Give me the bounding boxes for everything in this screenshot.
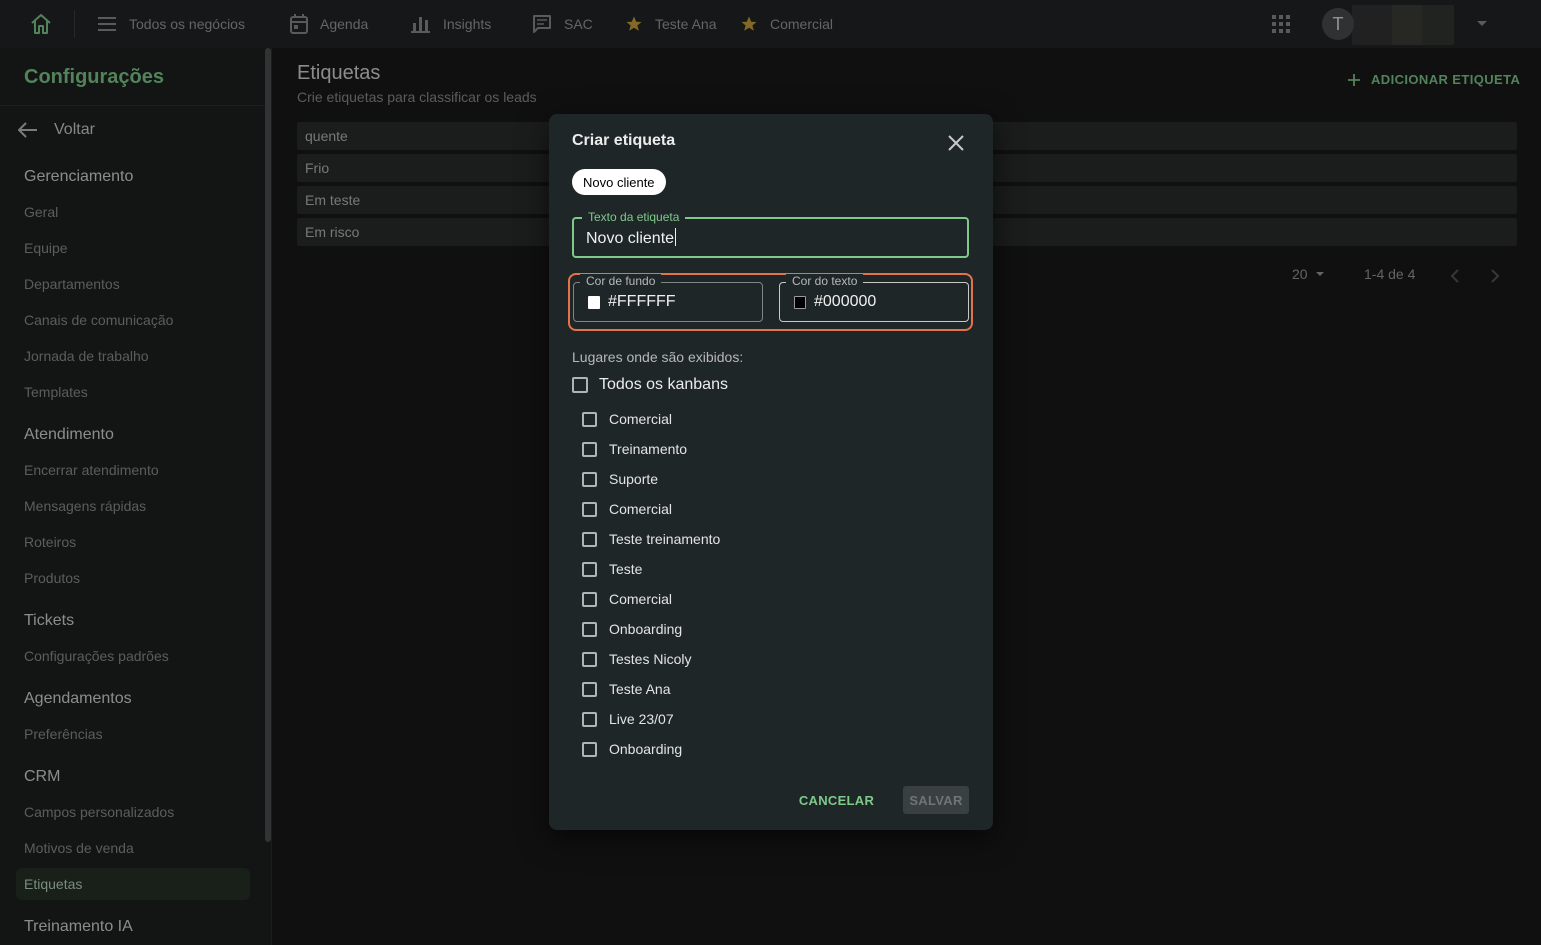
kanban-label: Teste <box>609 561 643 577</box>
dialog-title: Criar etiqueta <box>572 132 676 149</box>
places-label: Lugares onde são exibidos: <box>572 349 744 365</box>
text-color-value: #000000 <box>814 293 877 310</box>
all-kanbans-checkbox[interactable]: Todos os kanbans <box>572 376 728 394</box>
cancel-button[interactable]: CANCELAR <box>793 786 880 814</box>
close-icon[interactable] <box>947 134 965 152</box>
checkbox-icon[interactable] <box>572 377 588 393</box>
tag-preview-chip: Novo cliente <box>572 169 666 195</box>
background-color-label: Cor de fundo <box>580 274 662 288</box>
create-tag-dialog: Criar etiqueta Novo cliente Texto da eti… <box>549 114 993 830</box>
all-kanbans-label: Todos os kanbans <box>599 376 728 393</box>
checkbox-icon[interactable] <box>582 411 597 427</box>
kanban-label: Treinamento <box>609 441 688 457</box>
kanban-checkbox[interactable]: Onboarding <box>582 739 682 759</box>
save-button[interactable]: SALVAR <box>903 786 969 814</box>
kanban-checkbox[interactable]: Teste Ana <box>582 679 671 699</box>
kanban-label: Comercial <box>609 501 673 517</box>
checkbox-icon[interactable] <box>582 741 597 757</box>
kanban-label: Comercial <box>609 591 673 607</box>
tag-text-input[interactable]: Novo cliente <box>586 228 677 248</box>
checkbox-icon[interactable] <box>582 531 597 547</box>
checkbox-icon[interactable] <box>582 561 597 577</box>
kanban-label: Comercial <box>609 411 673 427</box>
checkbox-icon[interactable] <box>582 501 597 517</box>
checkbox-icon[interactable] <box>582 711 597 727</box>
checkbox-icon[interactable] <box>582 621 597 637</box>
kanban-checkbox[interactable]: Comercial <box>582 589 672 609</box>
checkbox-icon[interactable] <box>582 471 597 487</box>
kanban-checkbox[interactable]: Teste <box>582 559 642 579</box>
background-color-field[interactable]: Cor de fundo #FFFFFF <box>573 274 763 322</box>
tag-text-value: Novo cliente <box>586 230 675 247</box>
kanban-label: Live 23/07 <box>609 711 674 727</box>
checkbox-icon[interactable] <box>582 651 597 667</box>
checkbox-icon[interactable] <box>582 681 597 697</box>
kanban-checkbox[interactable]: Live 23/07 <box>582 709 674 729</box>
text-cursor <box>675 228 677 246</box>
kanban-checkbox[interactable]: Comercial <box>582 409 672 429</box>
kanban-label: Testes Nicoly <box>609 651 692 667</box>
text-color-label: Cor do texto <box>786 274 864 288</box>
kanban-label: Teste Ana <box>609 681 671 697</box>
background-color-value: #FFFFFF <box>608 293 676 310</box>
kanban-checkbox[interactable]: Comercial <box>582 499 672 519</box>
kanban-label: Suporte <box>609 471 659 487</box>
checkbox-icon[interactable] <box>582 591 597 607</box>
checkbox-icon[interactable] <box>582 441 597 457</box>
text-color-swatch[interactable] <box>794 296 806 309</box>
tag-text-field[interactable]: Texto da etiqueta Novo cliente <box>572 210 969 258</box>
background-color-swatch[interactable] <box>588 296 600 309</box>
kanban-label: Onboarding <box>609 621 683 637</box>
kanban-checkbox[interactable]: Onboarding <box>582 619 682 639</box>
kanban-label: Teste treinamento <box>609 531 721 547</box>
kanban-label: Onboarding <box>609 741 683 757</box>
kanban-checkbox[interactable]: Treinamento <box>582 439 687 459</box>
tag-text-label: Texto da etiqueta <box>582 210 686 224</box>
kanban-checkbox[interactable]: Teste treinamento <box>582 529 720 549</box>
kanban-checkbox[interactable]: Suporte <box>582 469 658 489</box>
text-color-field[interactable]: Cor do texto #000000 <box>779 274 969 322</box>
kanban-checkbox[interactable]: Testes Nicoly <box>582 649 691 669</box>
